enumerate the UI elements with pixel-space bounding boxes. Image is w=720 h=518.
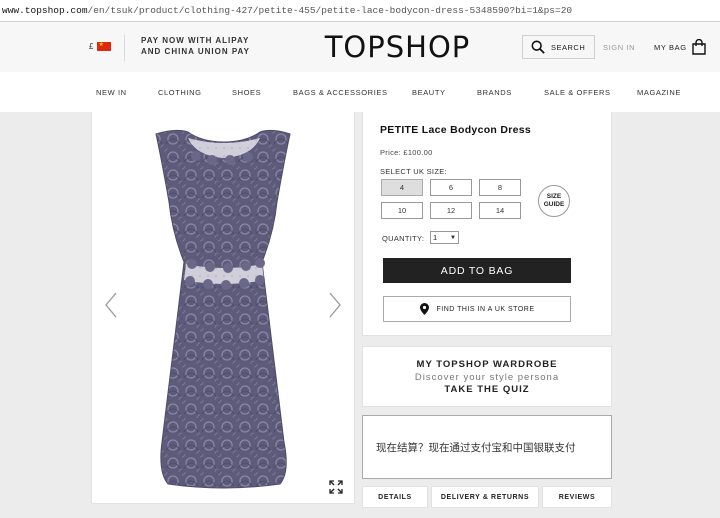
- size-option-10[interactable]: 10: [381, 202, 423, 219]
- product-name: PETITE Lace Bodycon Dress: [380, 124, 532, 136]
- quantity-value: 1: [433, 233, 438, 242]
- nav-item-new-in[interactable]: NEW IN: [96, 88, 127, 97]
- product-image-panel: [91, 112, 355, 504]
- size-option-4[interactable]: 4: [381, 179, 423, 196]
- tab-details[interactable]: DETAILS: [362, 486, 428, 508]
- wardrobe-quiz-link[interactable]: TAKE THE QUIZ: [363, 384, 611, 395]
- alipay-banner-text: 现在结算？现在通过支付宝和中国银联支付: [376, 441, 576, 454]
- alipay-promo[interactable]: PAY NOW WITH ALIPAY AND CHINA UNION PAY: [124, 35, 250, 61]
- chevron-down-icon: ▼: [450, 234, 456, 241]
- tab-reviews[interactable]: REVIEWS: [542, 486, 612, 508]
- url-path: /en/tsuk/product/clothing-427/petite-455…: [87, 5, 573, 16]
- site-header: £ PAY NOW WITH ALIPAY AND CHINA UNION PA…: [0, 22, 720, 72]
- wardrobe-title: MY TOPSHOP WARDROBE: [416, 359, 558, 370]
- wardrobe-promo[interactable]: MY TOPSHOP WARDROBE Discover your style …: [362, 346, 612, 407]
- prev-image-arrow-icon[interactable]: [104, 292, 118, 318]
- currency-symbol: £: [89, 42, 94, 51]
- tab-delivery-returns[interactable]: DELIVERY & RETURNS: [431, 486, 539, 508]
- address-bar[interactable]: www.topshop.com/en/tsuk/product/clothing…: [0, 0, 720, 22]
- size-option-8[interactable]: 8: [479, 179, 521, 196]
- alipay-banner[interactable]: 现在结算？现在通过支付宝和中国银联支付: [362, 415, 612, 479]
- find-in-store-button[interactable]: FIND THIS IN A UK STORE: [383, 296, 571, 322]
- sign-in-link[interactable]: SIGN IN: [603, 43, 635, 52]
- size-guide-button[interactable]: SIZE GUIDE: [538, 185, 570, 217]
- location-pin-icon: [419, 303, 429, 315]
- url-text[interactable]: www.topshop.com/en/tsuk/product/clothing…: [2, 5, 572, 16]
- url-host: www.topshop.com: [2, 5, 88, 16]
- china-flag-icon: [97, 41, 112, 51]
- nav-item-shoes[interactable]: SHOES: [232, 88, 261, 97]
- my-bag-button[interactable]: MY BAG: [654, 39, 707, 55]
- size-guide-line-1: SIZE: [546, 193, 562, 200]
- nav-item-brands[interactable]: BRANDS: [477, 88, 512, 97]
- main-nav: NEW IN CLOTHING SHOES BAGS & ACCESSORIES…: [0, 72, 720, 112]
- size-option-6[interactable]: 6: [430, 179, 472, 196]
- wardrobe-subtitle: Discover your style persona: [414, 372, 560, 383]
- size-option-14[interactable]: 14: [479, 202, 521, 219]
- search-label: SEARCH: [551, 42, 586, 52]
- currency-selector[interactable]: £: [89, 41, 112, 51]
- expand-icon[interactable]: [329, 480, 343, 494]
- dress-image[interactable]: [92, 112, 354, 504]
- nav-item-sale-offers[interactable]: SALE & OFFERS: [544, 88, 611, 97]
- quantity-label: QUANTITY:: [382, 234, 425, 243]
- nav-item-bags-accessories[interactable]: BAGS & ACCESSORIES: [293, 88, 388, 97]
- pay-line-1: PAY NOW WITH ALIPAY: [141, 36, 250, 45]
- nav-item-magazine[interactable]: MAGAZINE: [637, 88, 681, 97]
- find-store-label: FIND THIS IN A UK STORE: [436, 305, 535, 313]
- product-price: Price: £100.00: [380, 148, 433, 157]
- size-label: SELECT UK SIZE:: [380, 167, 447, 176]
- product-tabs: DETAILS DELIVERY & RETURNS REVIEWS: [362, 486, 612, 511]
- add-to-bag-button[interactable]: ADD TO BAG: [383, 258, 571, 283]
- my-bag-label: MY BAG: [654, 42, 687, 52]
- size-guide-line-2: GUIDE: [543, 201, 565, 208]
- topshop-logo[interactable]: TOPSHOP: [300, 30, 495, 64]
- quantity-select[interactable]: 1 ▼: [430, 231, 459, 244]
- shopping-bag-icon: [691, 39, 706, 55]
- nav-item-beauty[interactable]: BEAUTY: [412, 88, 446, 97]
- search-icon: [531, 40, 545, 54]
- pay-line-2: AND CHINA UNION PAY: [141, 47, 250, 56]
- next-image-arrow-icon[interactable]: [328, 292, 342, 318]
- product-info-panel: PETITE Lace Bodycon Dress Price: £100.00…: [362, 112, 612, 336]
- search-button[interactable]: SEARCH: [522, 35, 595, 59]
- nav-item-clothing[interactable]: CLOTHING: [158, 88, 202, 97]
- size-option-12[interactable]: 12: [430, 202, 472, 219]
